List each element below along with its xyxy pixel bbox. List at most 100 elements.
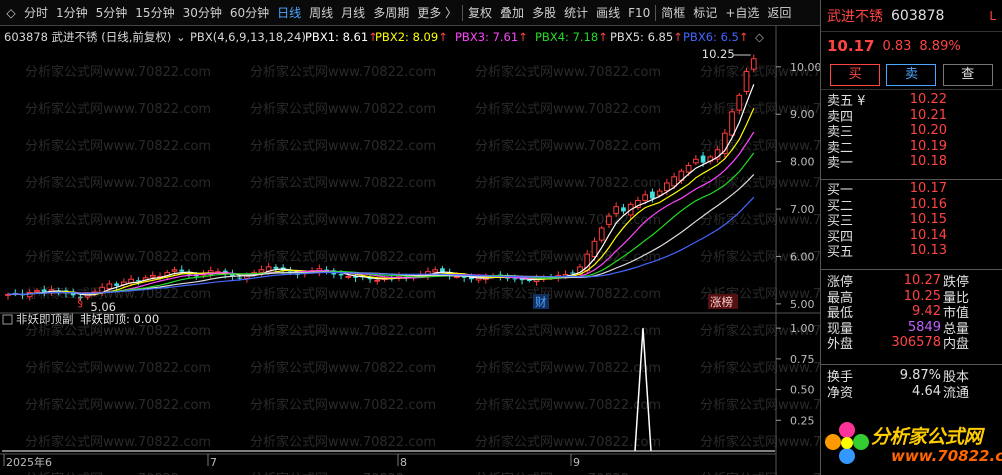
y-tick-label: 9.00 bbox=[790, 108, 815, 121]
candle-body bbox=[237, 277, 243, 279]
toolbar-item[interactable]: 复权 bbox=[464, 2, 496, 24]
bid-row-price: 10.14 bbox=[909, 227, 947, 243]
price-change-pct: 8.89% bbox=[919, 38, 961, 54]
candle-body bbox=[736, 94, 743, 111]
finance-tag: 财 bbox=[535, 295, 547, 309]
stat-value: 4.64 bbox=[912, 383, 941, 399]
toolbar-item[interactable]: F10 bbox=[624, 2, 654, 24]
watermark-text: 分析家公式网www.70822.com bbox=[250, 286, 436, 302]
ask-row-price: 10.19 bbox=[909, 138, 947, 154]
stat-label: 外盘 bbox=[827, 337, 854, 353]
ask-row-price: 10.21 bbox=[909, 107, 947, 123]
toolbar-item[interactable]: 简框 bbox=[657, 2, 689, 24]
query-button[interactable]: 查 bbox=[942, 63, 993, 86]
series-colon: : bbox=[565, 30, 573, 44]
indicator-name: PBX(4,6,9,13,18,24) bbox=[190, 30, 306, 44]
arrow-up-icon: ↑ bbox=[673, 30, 683, 44]
bid-row[interactable]: 买五 10.13 bbox=[821, 243, 1002, 261]
logo-url: www.70822.com bbox=[891, 447, 1002, 465]
toolbar-item[interactable]: 叠加 bbox=[496, 2, 528, 24]
watermark-text: 分析家公式网www.70822.com bbox=[475, 434, 661, 450]
candle-body bbox=[664, 182, 670, 192]
sub-indicator-title: 非妖即顶副 bbox=[16, 312, 74, 326]
toolbar-item[interactable]: +自选 bbox=[721, 2, 763, 24]
watermark-text: 分析家公式网www.70822.com bbox=[475, 360, 661, 376]
watermark-text: 分析家公式网www.70822.com bbox=[475, 397, 661, 413]
order-book-bids: 买一 10.17 买二 10.16 买三 10.15 买四 10.14 买五 10.13 bbox=[821, 180, 1002, 270]
bid-row-price: 10.13 bbox=[909, 243, 947, 259]
watermark-text: 分析家公式网www.70822.com bbox=[25, 212, 211, 228]
candle-body bbox=[591, 240, 598, 257]
toolbar-item[interactable]: 更多 〉 bbox=[413, 2, 461, 24]
toolbar-item[interactable]: 15分钟 bbox=[131, 2, 178, 24]
candle-body bbox=[526, 280, 532, 282]
toolbar-item[interactable]: 月线 bbox=[337, 2, 369, 24]
watermark-text: 分析家公式网www.70822.com bbox=[25, 471, 211, 475]
series-name: PBX5 bbox=[610, 30, 640, 44]
watermark-text: 分析家公式网www.70822.com bbox=[250, 175, 436, 191]
watermark-text: 分析家公式网www.70822.com bbox=[25, 101, 211, 117]
diamond-icon[interactable]: ◇ bbox=[2, 6, 20, 20]
candle-body bbox=[671, 176, 677, 187]
x-tick-label: 2025年6 bbox=[6, 455, 52, 469]
candle-body bbox=[41, 289, 47, 293]
stat-value: 9.42 bbox=[912, 304, 941, 320]
candle-body bbox=[570, 272, 576, 274]
candle-body bbox=[729, 111, 735, 136]
candle-body bbox=[374, 279, 381, 282]
pbx-line bbox=[7, 108, 755, 296]
toolbar-item[interactable]: 标记 bbox=[689, 2, 721, 24]
series-value: 6.85 bbox=[648, 30, 674, 44]
toolbar-item[interactable]: 多周期 bbox=[369, 2, 413, 24]
bid-row-label: 买五 bbox=[827, 245, 854, 261]
candle-body bbox=[345, 275, 352, 278]
expand-icon[interactable]: L bbox=[989, 9, 996, 23]
toolbar-item[interactable]: 统计 bbox=[560, 2, 592, 24]
stat-value: 306578 bbox=[891, 335, 941, 351]
stock-code: 603878 bbox=[891, 7, 945, 24]
checkbox-icon bbox=[2, 314, 13, 325]
watermark-text: 分析家公式网www.70822.com bbox=[475, 101, 661, 117]
price-row: 10.17 0.83 8.89% bbox=[821, 32, 1002, 60]
price-chart[interactable]: 分析家公式网www.70822.com 分析家公式网www.70822.com 分析… bbox=[0, 26, 820, 475]
series-colon: : bbox=[485, 30, 493, 44]
toolbar-item[interactable]: 周线 bbox=[305, 2, 337, 24]
toolbar-item[interactable]: 60分钟 bbox=[226, 2, 273, 24]
logo-text: 分析家公式网 bbox=[871, 426, 983, 448]
toolbar-item[interactable]: 分时 bbox=[20, 2, 52, 24]
series-value: 8.61 bbox=[343, 30, 369, 44]
toolbar-item[interactable]: 多股 bbox=[528, 2, 560, 24]
watermark-text: 分析家公式网www.70822.com bbox=[475, 64, 661, 80]
watermark-text: 分析家公式网www.70822.com bbox=[250, 249, 436, 265]
candle-body bbox=[258, 269, 265, 273]
site-logo: 分析家公式网 www.70822.com bbox=[821, 412, 1002, 475]
toolbar-item[interactable]: 5分钟 bbox=[92, 2, 132, 24]
series-name: PBX3 bbox=[455, 30, 485, 44]
toolbar-item[interactable]: 画线 bbox=[592, 2, 624, 24]
stat-value: 10.25 bbox=[903, 288, 941, 304]
toolbar-item[interactable]: 30分钟 bbox=[179, 2, 226, 24]
arrow-up-icon: ↑ bbox=[598, 30, 608, 44]
stat-value: 5849 bbox=[907, 319, 941, 335]
candle-body bbox=[750, 58, 757, 70]
series-value: 8.09 bbox=[413, 30, 439, 44]
watermark-text: 分析家公式网www.70822.com bbox=[250, 471, 436, 475]
candle-body bbox=[743, 71, 750, 92]
signal-spike bbox=[634, 328, 652, 452]
x-tick-label: 7 bbox=[210, 456, 217, 469]
sell-button[interactable]: 卖 bbox=[886, 63, 937, 86]
arrow-up-icon: ↑ bbox=[518, 30, 528, 44]
watermark-text: 分析家公式网www.70822.com bbox=[250, 138, 436, 154]
buy-button[interactable]: 买 bbox=[830, 63, 881, 86]
series-name: PBX4 bbox=[535, 30, 565, 44]
low-price-label: 5.06 bbox=[90, 300, 116, 314]
series-name: PBX1 bbox=[305, 30, 335, 44]
toolbar-item[interactable]: 1分钟 bbox=[52, 2, 92, 24]
toolbar-item[interactable]: 返回 bbox=[763, 2, 795, 24]
candle-body bbox=[179, 269, 185, 272]
period-toolbar: ◇ 分时 1分钟 5分钟 15分钟 30分钟 60分钟 日线 周线 月线 多周期 更多 〉复权 叠加多… bbox=[0, 0, 820, 26]
toolbar-item[interactable]: 日线 bbox=[273, 2, 305, 24]
ask-row-price: 10.20 bbox=[909, 123, 947, 139]
y-tick-label: 10.00 bbox=[790, 61, 820, 74]
ask-row[interactable]: 卖一 10.18 bbox=[821, 154, 1002, 171]
